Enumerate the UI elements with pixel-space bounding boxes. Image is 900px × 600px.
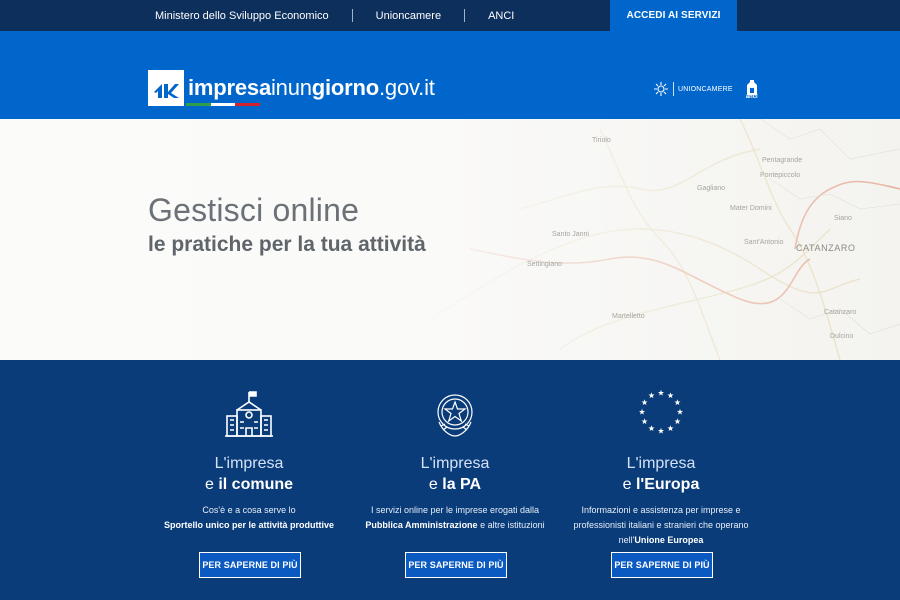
card-desc-text: Cos'è e a cosa serve lo — [202, 505, 296, 515]
card-title-bold: l'Europa — [635, 476, 700, 493]
card-desc-bold: Pubblica Amministrazione — [365, 520, 478, 530]
logo-text: impresainungiorno.gov.it — [188, 75, 435, 101]
site-header: impresainungiorno.gov.it UNIONCAMERE anc… — [0, 31, 900, 119]
eu-stars-icon — [571, 388, 751, 440]
unioncamere-logo-icon — [654, 82, 668, 96]
hero-banner: Tiriolo Pentagrande Pontepiccolo Gaglian… — [0, 119, 900, 360]
card-title-line2: e il comune — [159, 476, 339, 494]
partner-logos: UNIONCAMERE anci — [653, 75, 759, 103]
card-title-prefix: e — [428, 476, 443, 493]
card-description: Informazioni e assistenza per imprese e … — [556, 503, 766, 548]
eu-star — [676, 408, 684, 415]
logo-text-inun: inun — [270, 75, 312, 100]
card-desc-text: I servizi online per le imprese erogati … — [370, 505, 540, 515]
map-label: Catanzaro — [824, 309, 857, 316]
map-label: Martelletto — [612, 313, 645, 320]
hero-title: Gestisci online — [148, 192, 360, 228]
eu-star — [674, 418, 681, 425]
card-title-prefix: e — [204, 476, 219, 493]
partner-anci: anci — [745, 93, 758, 100]
anci-logo-icon — [746, 79, 757, 95]
logo-text-domain: .gov.it — [379, 75, 435, 100]
eu-star — [667, 392, 674, 399]
logo-text-impresa: impresa — [188, 75, 271, 100]
card-desc-text-2: e altre istituzioni — [477, 520, 545, 530]
divider — [351, 9, 353, 22]
card-title-line2: e l'Europa — [571, 476, 751, 494]
map-label: Gagliano — [697, 185, 726, 192]
eu-star — [667, 425, 674, 432]
services-section: L'impresa e il comune Cos'è e a cosa ser… — [0, 360, 900, 600]
top-bar: Ministero dello Sviluppo Economico Union… — [0, 0, 900, 31]
saperne-di-piu-button-pa[interactable]: PER SAPERNE DI PIÙ — [405, 552, 507, 578]
map-city-label: CATANZARO — [796, 243, 856, 253]
eu-star — [648, 425, 655, 432]
card-title-line1: L'impresa — [214, 455, 284, 472]
saperne-di-piu-button-europa[interactable]: PER SAPERNE DI PIÙ — [611, 552, 713, 578]
card-description: Cos'è e a cosa serve lo Sportello unico … — [144, 503, 354, 533]
map-label: Pentagrande — [762, 157, 803, 164]
eu-star — [657, 427, 665, 434]
accedi-ai-servizi-button[interactable]: ACCEDI AI SERVIZI — [610, 0, 737, 31]
eu-star — [648, 392, 655, 399]
divider — [673, 82, 674, 96]
map-label: Dulcino — [830, 333, 854, 340]
card-title-line1: L'impresa — [420, 455, 490, 472]
card-desc-bold: Unione Europea — [634, 535, 704, 545]
hero-subtitle: le pratiche per la tua attività — [148, 233, 426, 256]
top-links: Ministero dello Sviluppo Economico Union… — [155, 0, 514, 31]
eu-star — [641, 418, 648, 425]
partner-unioncamere: UNIONCAMERE — [678, 85, 733, 93]
link-unioncamere[interactable]: Unioncamere — [376, 10, 441, 22]
logo-text-giorno: giorno — [311, 75, 380, 100]
map-label: Tiriolo — [592, 137, 611, 144]
map-label: Mater Domini — [730, 205, 772, 212]
map-label: Santo Janni — [552, 231, 589, 238]
italian-emblem-icon — [365, 388, 545, 440]
link-anci[interactable]: ANCI — [488, 10, 514, 22]
map-label: Pontepiccolo — [760, 172, 801, 179]
map-label: Sant'Antonio — [744, 239, 784, 246]
eu-star — [674, 399, 681, 406]
card-title-bold: la PA — [442, 476, 482, 493]
eu-star — [641, 399, 648, 406]
card-title-bold: il comune — [218, 476, 294, 493]
map-label: Siano — [834, 215, 852, 222]
card-title-line1: L'impresa — [626, 455, 696, 472]
eu-star — [638, 408, 646, 415]
tricolor-underline — [186, 103, 261, 106]
saperne-di-piu-button-comune[interactable]: PER SAPERNE DI PIÙ — [199, 552, 301, 578]
divider — [464, 9, 466, 22]
logo-mark-icon — [148, 70, 184, 106]
card-desc-bold: Sportello unico per le attività produtti… — [163, 520, 335, 530]
map-label: Settingiano — [527, 261, 563, 268]
card-title-line2: e la PA — [365, 476, 545, 494]
link-mise[interactable]: Ministero dello Sviluppo Economico — [155, 10, 329, 22]
card-title-prefix: e — [622, 476, 636, 493]
site-logo[interactable]: impresainungiorno.gov.it — [148, 70, 435, 106]
anci-logo: anci — [745, 79, 759, 100]
town-hall-icon — [159, 388, 339, 440]
eu-star — [657, 389, 665, 396]
card-description: I servizi online per le imprese erogati … — [350, 503, 560, 533]
